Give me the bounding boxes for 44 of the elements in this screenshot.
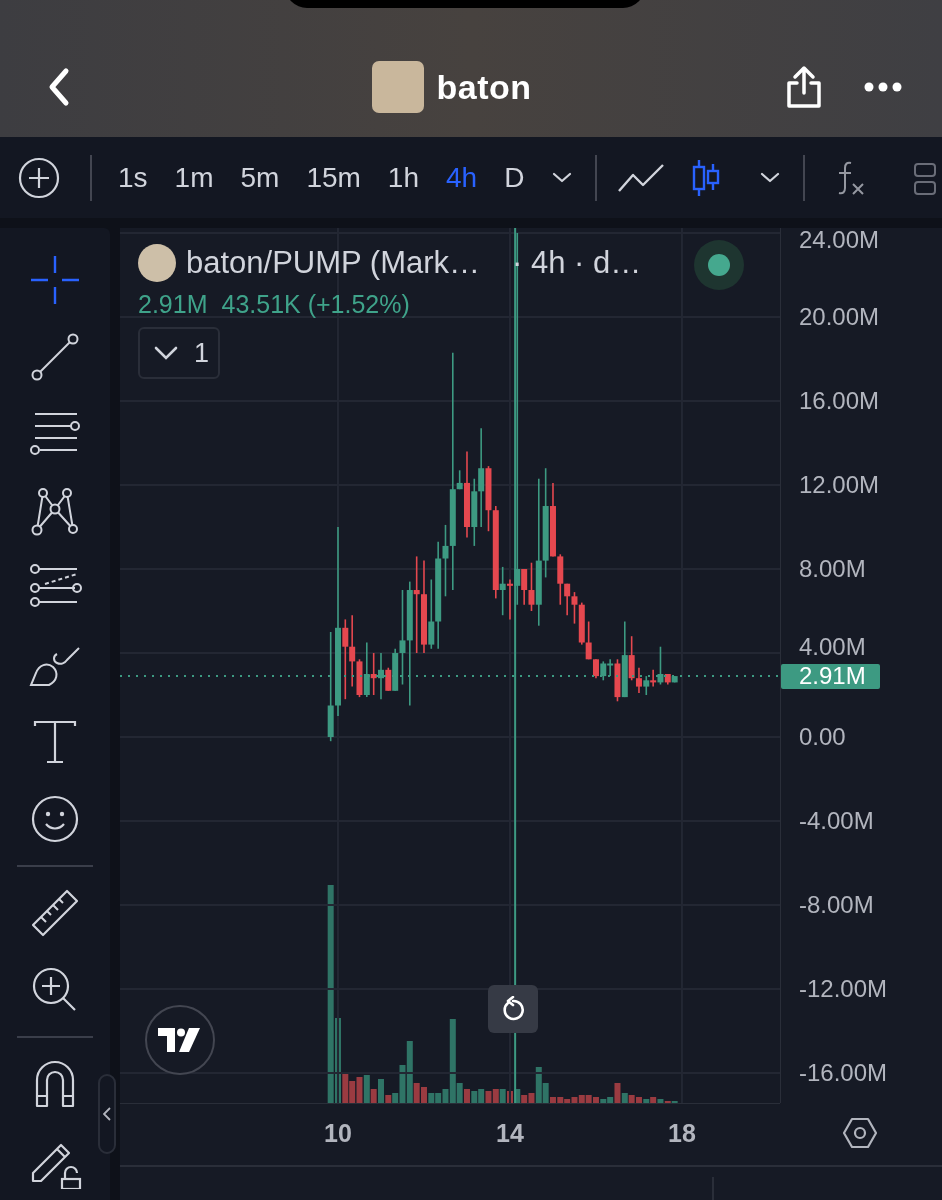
header-title: baton [436,67,532,107]
candlestick-icon[interactable] [691,158,722,197]
time-axis-label: 18 [668,1119,696,1148]
chevron-down-icon[interactable] [551,170,574,185]
line-chart-icon[interactable] [617,162,666,193]
indicators-toggle[interactable]: 1 [138,327,220,379]
chevron-down-icon [154,346,178,360]
price-axis-label: 4.00M [799,635,866,658]
status-indicator [694,240,744,290]
symbol-details: · 4h · d… [512,245,642,281]
price-axis-label: 24.00M [799,229,880,251]
price-axis-label: 16.00M [799,390,880,412]
interval-tab[interactable]: 1m [174,161,214,194]
price-change: 43.51K (+1.52%) [221,290,410,319]
share-icon[interactable] [784,65,824,109]
token-avatar-photo [138,244,176,282]
add-icon[interactable] [18,156,60,199]
price-value: 2.91M [138,290,208,319]
chevron-down-icon[interactable] [759,170,782,185]
price-axis-label: -16.00M [799,1061,888,1084]
interval-tab[interactable]: 4h [446,161,478,194]
interval-tab[interactable]: 1h [387,161,419,194]
chevron-left-icon [103,1107,111,1121]
price-axis-label: 20.00M [799,306,880,329]
price-axis-label: 0.00 [799,726,846,748]
last-price-label: 2.91M [781,663,880,689]
interval-tab[interactable]: 5m [240,161,280,194]
rotate-icon [500,996,526,1022]
more-icon[interactable] [864,82,902,92]
token-avatar-photo [372,61,425,113]
price-axis-label: 8.00M [799,558,866,580]
interval-tab[interactable]: D [504,161,525,194]
price-axis-label: 12.00M [799,474,880,496]
symbol-title: baton/PUMP (Mark… [186,245,480,281]
price-axis-label: -4.00M [799,810,874,832]
time-axis-label: 10 [324,1119,352,1148]
interval-tab[interactable]: 1s [118,161,148,194]
interval-tab[interactable]: 15m [306,161,361,194]
time-axis-label: 14 [496,1119,524,1148]
price-axis-label: -12.00M [799,977,888,1000]
price-axis-label: -8.00M [799,894,874,916]
collapse-handle[interactable] [98,1074,116,1154]
reset-button[interactable] [488,985,538,1033]
settings-icon[interactable] [843,1117,877,1149]
